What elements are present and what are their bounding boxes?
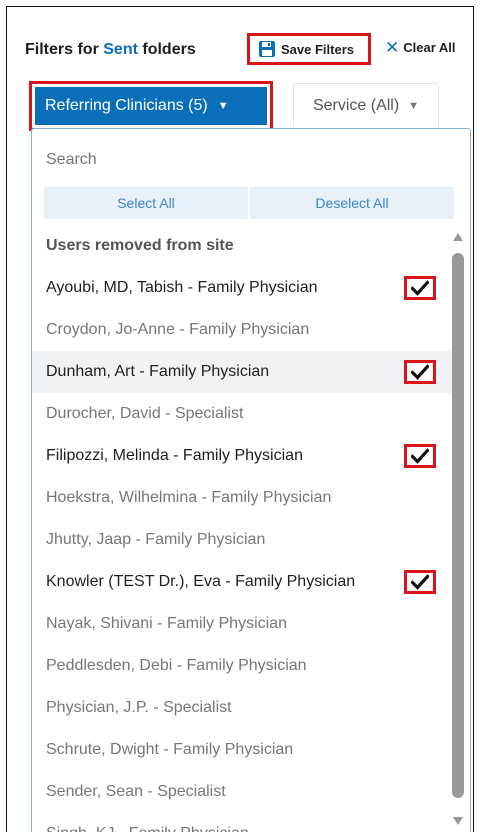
list-item-label: Sender, Sean - Specialist [46,783,226,800]
group-header: Users removed from site [46,237,234,254]
filter-title: Filters for Sent folders [25,41,196,59]
background-text: e [473,591,474,608]
search-input[interactable] [46,145,446,175]
list-item-label: Ayoubi, MD, Tabish - Family Physician [46,279,318,296]
background-text: e [473,329,474,346]
list-item-label: Dunham, Art - Family Physician [46,363,270,380]
background-text: t [473,437,474,454]
clear-all-label: Clear All [403,40,456,55]
list-item[interactable]: Sender, Sean - Specialist [32,771,452,813]
list-item[interactable]: Knowler (TEST Dr.), Eva - Family Physici… [32,561,452,603]
list-item[interactable]: Physician, J.P. - Specialist [32,687,452,729]
tab-service-label: Service (All) [312,97,400,114]
list-item-label: Peddlesden, Debi - Family Physician [46,657,307,674]
background-text: t [473,179,474,196]
list-item[interactable]: Dunham, Art - Family Physician [32,351,452,393]
background-text: e [473,653,474,670]
list-item[interactable]: Jhutty, Jaap - Family Physician [32,519,452,561]
list-item-label: Croydon, Jo-Anne - Family Physician [46,321,310,338]
scroll-up-icon[interactable] [453,233,463,241]
background-text: t [473,717,474,734]
caret-down-icon: ▼ [217,100,229,112]
tab-referring-inner: Referring Clinicians (5) ▼ [35,87,267,125]
checkmark-icon[interactable] [404,570,436,594]
background-text: t [473,379,474,396]
tab-referring-clinicians[interactable]: Referring Clinicians (5) ▼ [29,81,273,131]
checkmark-icon[interactable] [404,444,436,468]
clear-all-button[interactable]: ✕ Clear All [385,39,456,56]
list-item-label: Schrute, Dwight - Family Physician [46,741,294,758]
list-item[interactable]: Hoekstra, Wilhelmina - Family Physician [32,477,452,519]
save-icon [259,41,275,57]
list-item-label: Knowler (TEST Dr.), Eva - Family Physici… [46,573,356,590]
save-filters-button[interactable]: Save Filters [247,33,371,65]
folder-name: Sent [103,41,138,58]
list-item[interactable]: Nayak, Shivani - Family Physician [32,603,452,645]
checkmark-icon[interactable] [404,360,436,384]
list-item-label: Hoekstra, Wilhelmina - Family Physician [46,489,332,506]
select-buttons: Select All Deselect All [44,187,454,219]
list-item-label: Durocher, David - Specialist [46,405,244,422]
filter-dialog: Filters for Sent folders Save Filters ✕ … [6,6,474,832]
clinician-list: Users removed from site Ayoubi, MD, Tabi… [32,225,452,832]
list-item-label: Nayak, Shivani - Family Physician [46,615,287,632]
list-item[interactable]: Croydon, Jo-Anne - Family Physician [32,309,452,351]
list-item[interactable]: Singh, KJ - Family Physician [32,813,452,832]
clinician-dropdown: Select All Deselect All Users removed fr… [31,128,471,832]
list-item[interactable]: Ayoubi, MD, Tabish - Family Physician [32,267,452,309]
deselect-all-button[interactable]: Deselect All [248,187,454,219]
background-text: t [473,269,474,286]
list-item-label: Physician, J.P. - Specialist [46,699,232,716]
title-prefix: Filters for [25,41,99,58]
list-item-label: Filipozzi, Melinda - Family Physician [46,447,303,464]
close-icon: ✕ [385,38,400,57]
scrollbar[interactable] [450,231,466,832]
background-text: t [473,525,474,542]
background-text: : [473,163,474,180]
select-all-button[interactable]: Select All [44,187,248,219]
list-item-label: Singh, KJ - Family Physician [46,825,249,832]
list-item[interactable]: Filipozzi, Melinda - Family Physician [32,435,452,477]
caret-down-icon: ▼ [408,100,420,112]
list-item[interactable]: Peddlesden, Debi - Family Physician [32,645,452,687]
tab-service[interactable]: Service (All) ▼ [293,83,439,129]
list-item[interactable]: Schrute, Dwight - Family Physician [32,729,452,771]
scroll-down-icon[interactable] [453,817,463,825]
title-suffix: folders [142,41,196,58]
scroll-thumb[interactable] [452,253,464,798]
list-item[interactable]: Durocher, David - Specialist [32,393,452,435]
checkmark-icon[interactable] [404,276,436,300]
save-filters-label: Save Filters [281,41,354,57]
tab-referring-label: Referring Clinicians (5) [45,97,208,114]
list-item-label: Jhutty, Jaap - Family Physician [46,531,266,548]
